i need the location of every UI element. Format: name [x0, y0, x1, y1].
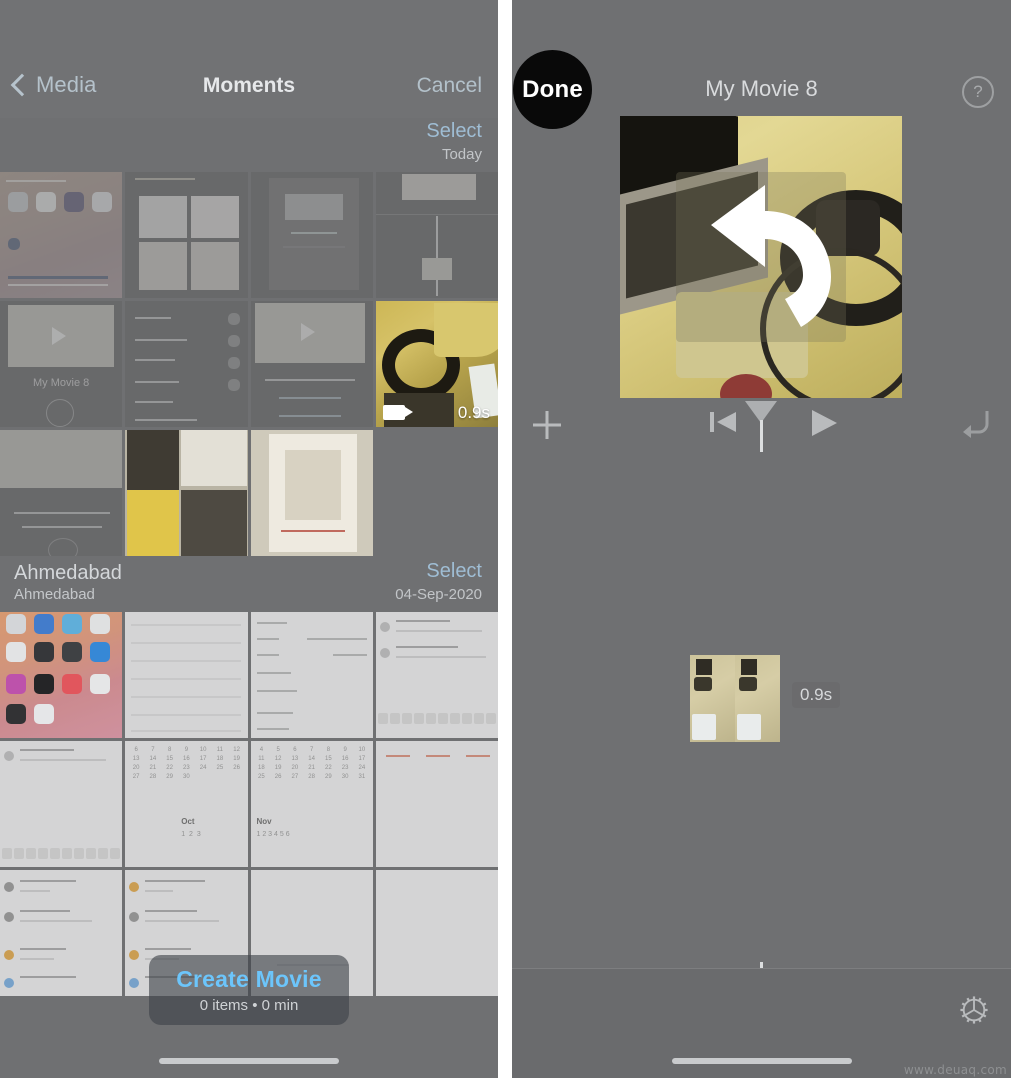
media-thumbnail[interactable] — [250, 172, 373, 298]
video-preview[interactable] — [620, 116, 902, 398]
section-select-button-ahmedabad[interactable]: Select — [426, 560, 482, 583]
media-picker-nav-bar: Media Moments Cancel — [0, 0, 498, 118]
thumbnail-image — [125, 612, 248, 738]
thumbnail-image: 6 7 8 9 10 11 12 13 14 15 16 17 18 19 20 21 22 23 24 25 26… — [125, 741, 248, 867]
media-thumbnail[interactable] — [0, 612, 123, 738]
done-button-label: Done — [522, 75, 583, 103]
thumbnail-image — [125, 301, 248, 427]
help-button-label: ? — [973, 82, 983, 101]
timeline-clip[interactable] — [690, 655, 780, 742]
thumbnail-image — [0, 430, 123, 556]
media-thumbnail[interactable] — [0, 430, 123, 556]
site-watermark: www.deuaq.com — [903, 1063, 1007, 1077]
media-duration-label: 0.9s — [457, 403, 490, 422]
home-indicator-left — [159, 1058, 339, 1064]
media-grid-ahmedabad[interactable]: 6 7 8 9 10 11 12 13 14 15 16 17 18 19 20 21 22 23 24 25 26… — [0, 612, 498, 996]
thumbnail-image — [250, 612, 373, 738]
home-indicator-right — [672, 1058, 852, 1064]
thumbnail-image — [250, 430, 373, 556]
thumbnail-image: 4 5 6 7 8 9 10 11 12 13 14 15 16 17 18 19 20 21 22 23 24 2… — [250, 741, 373, 867]
plus-icon[interactable] — [530, 408, 564, 442]
media-thumbnail[interactable] — [375, 612, 498, 738]
media-thumbnail[interactable]: 6 7 8 9 10 11 12 13 14 15 16 17 18 19 20 21 22 23 24 25 26… — [125, 741, 248, 867]
panel-divider — [498, 0, 512, 1078]
media-thumbnail[interactable] — [375, 870, 498, 996]
media-thumbnail[interactable] — [375, 741, 498, 867]
project-tile-title: My Movie 8 — [33, 377, 90, 389]
movie-editor-screen: My Movie 8 ? Done 0.9s www.deuaq.com — [512, 0, 1011, 1078]
thumbnail-image — [250, 172, 373, 298]
media-thumbnail-empty[interactable] — [375, 430, 498, 556]
media-thumbnail[interactable] — [125, 612, 248, 738]
section-subtitle: Ahmedabad — [14, 586, 95, 603]
screenshot-root: Media Moments Cancel Select Today My Mov… — [0, 0, 1011, 1078]
thumbnail-image — [375, 430, 498, 556]
thumbnail-image — [0, 741, 123, 867]
thumbnail-image — [375, 741, 498, 867]
play-icon[interactable] — [808, 408, 840, 438]
skip-to-start-icon[interactable] — [708, 408, 738, 436]
create-movie-summary: 0 items • 0 min — [199, 997, 299, 1014]
media-thumbnail[interactable] — [125, 172, 248, 298]
video-camera-icon — [382, 405, 413, 420]
cancel-button[interactable]: Cancel — [417, 74, 482, 98]
media-thumbnail[interactable] — [0, 741, 123, 867]
section-select-button-today[interactable]: Select — [426, 120, 482, 143]
clip-duration-label: 0.9s — [792, 682, 841, 708]
media-thumbnail-project[interactable]: My Movie 8 — [0, 301, 123, 427]
clip-thumbnail — [735, 655, 780, 742]
media-thumbnail[interactable] — [125, 301, 248, 427]
media-thumbnail[interactable]: 4 5 6 7 8 9 10 11 12 13 14 15 16 17 18 19 20 21 22 23 24 2… — [250, 741, 373, 867]
media-thumbnail[interactable] — [125, 430, 248, 556]
thumbnail-image — [375, 612, 498, 738]
media-grid-today[interactable]: My Movie 8 0.9s — [0, 172, 498, 556]
thumbnail-image — [375, 172, 498, 298]
undo-arrow-icon[interactable] — [959, 408, 993, 438]
thumbnail-image — [0, 172, 123, 298]
thumbnail-image — [125, 172, 248, 298]
media-thumbnail-selected[interactable]: 0.9s — [375, 301, 498, 427]
media-thumbnail[interactable] — [0, 172, 123, 298]
section-title: Ahmedabad — [14, 562, 122, 584]
media-thumbnail[interactable] — [0, 870, 123, 996]
section-header-today: Select Today — [0, 118, 498, 172]
section-date-today: Today — [441, 146, 482, 163]
clip-thumbnail — [690, 655, 735, 742]
media-thumbnail[interactable] — [250, 301, 373, 427]
thumbnail-image — [0, 612, 123, 738]
section-date-ahmedabad: 04-Sep-2020 — [395, 586, 482, 603]
media-thumbnail[interactable] — [250, 430, 373, 556]
thumbnail-image: My Movie 8 — [0, 301, 123, 427]
thumbnail-image — [250, 301, 373, 427]
gear-icon[interactable] — [959, 995, 989, 1025]
timeline[interactable]: 0.9s — [512, 452, 1011, 962]
thumbnail-image — [375, 870, 498, 996]
done-button[interactable]: Done — [513, 50, 592, 129]
media-thumbnail[interactable] — [375, 172, 498, 298]
thumbnail-image — [125, 430, 248, 556]
media-picker-screen: Media Moments Cancel Select Today My Mov… — [0, 0, 498, 1078]
thumbnail-image — [0, 870, 123, 996]
undo-rotate-arrow-icon — [676, 172, 846, 342]
section-header-ahmedabad: Ahmedabad Ahmedabad Select 04-Sep-2020 — [0, 558, 498, 612]
create-movie-label: Create Movie — [176, 966, 322, 992]
create-movie-button[interactable]: Create Movie 0 items • 0 min — [149, 955, 349, 1025]
media-thumbnail[interactable] — [250, 612, 373, 738]
question-circle-icon[interactable]: ? — [962, 76, 994, 108]
